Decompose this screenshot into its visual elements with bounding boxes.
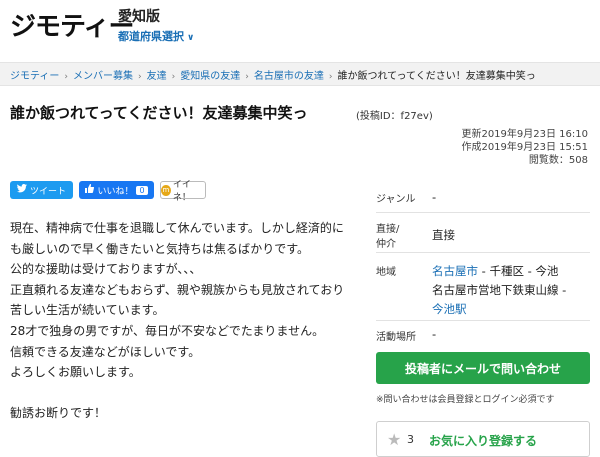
contact-note: ※問い合わせは会員登録とログイン必須です xyxy=(376,395,555,405)
body-line: 公的な援助は受けておりますが、、、 xyxy=(10,262,202,277)
body-line: 苦しい生活が続いています。 xyxy=(10,303,165,318)
favorite-count: 3 xyxy=(407,433,414,446)
star-icon: ★ xyxy=(387,430,402,449)
chevron-right-icon: › xyxy=(138,72,142,82)
body-line: 信頼できる友達などがほしいです。 xyxy=(10,344,201,359)
direct-label: 直接/ 仲介 xyxy=(376,220,399,250)
prefecture-select[interactable]: 都道府県選択 ∨ xyxy=(118,28,194,44)
breadcrumb-link-home[interactable]: ジモティー xyxy=(10,71,59,82)
area-line2: 名古屋市営地下鉄東山線 - xyxy=(432,283,567,297)
breadcrumb-link-aichi[interactable]: 愛知県の友達 xyxy=(180,71,240,82)
favorite-button[interactable]: ★ 3 お気に入り登録する xyxy=(376,421,590,457)
area-station-link[interactable]: 今池駅 xyxy=(432,302,467,316)
iine-label: イイネ！ xyxy=(172,180,191,203)
breadcrumb-link-friends[interactable]: 友達 xyxy=(147,71,167,82)
share-buttons: ツイート いいね！ 0 m イイネ！ xyxy=(10,180,206,203)
breadcrumb-link-member[interactable]: メンバー募集 xyxy=(73,71,133,82)
chevron-right-icon: › xyxy=(328,72,333,82)
breadcrumb: ジモティー › メンバー募集 › 友達 › 愛知県の友達 › 名古屋市の友達 › 誰か飯つれてってく… xyxy=(0,62,600,86)
post-meta: 更新2019年9月23日 16:10 作成2019年9月23日 15:51 閲覧… xyxy=(461,128,588,167)
site-header: ジモティー 愛知版 都道府県選択 ∨ xyxy=(0,0,600,52)
tweet-button[interactable]: ツイート xyxy=(10,181,73,199)
view-count: 閲覧数：508 xyxy=(528,155,588,166)
divider xyxy=(376,320,590,321)
chevron-right-icon: › xyxy=(64,72,69,82)
area-city-link[interactable]: 名古屋市 xyxy=(432,264,478,278)
area-line3: 今池駅 xyxy=(432,300,566,319)
page-title: 誰か飯つれてってください！友達募集中笑っ xyxy=(10,104,308,122)
genre-value: - xyxy=(432,190,437,204)
body-blank-line xyxy=(10,383,365,403)
body-line: も厳しいので早く働きたいと気持ちは焦るばかりです。 xyxy=(10,241,310,256)
direct-label-line1: 直接/ xyxy=(376,224,400,235)
tweet-label: ツイート xyxy=(29,186,66,197)
body-line: 正直頼れる友達などもおらず、親や親族からも見放されており xyxy=(10,282,345,297)
divider xyxy=(376,212,590,213)
chevron-right-icon: › xyxy=(245,72,249,82)
direct-label-line2: 仲介 xyxy=(376,239,396,250)
created-date: 作成2019年9月23日 15:51 xyxy=(461,142,588,153)
prefecture-select-label: 都道府県選択 xyxy=(118,30,184,43)
favorite-label: お気に入り登録する xyxy=(429,434,538,448)
body-line: 28才で独身の男ですが、毎日が不安などでたまりません。 xyxy=(10,323,325,338)
area-rest: - 千種区 - 今池 xyxy=(478,264,559,278)
contact-by-email-button[interactable]: 投稿者にメールで問い合わせ xyxy=(376,352,590,384)
breadcrumb-current: 誰か飯つれてってください！友達募集中笑っ xyxy=(337,71,536,82)
divider xyxy=(376,252,590,253)
iine-badge-icon: m xyxy=(161,184,171,196)
body-line: よろしくお願いします。 xyxy=(10,365,141,380)
post-body: 現在、精神病で仕事を退職して休んでいます。しかし経済的に も厳しいので早く働きた… xyxy=(10,218,365,423)
body-line: 勧誘お断りです！ xyxy=(10,405,107,420)
post-id: (投稿ID：f27ev) xyxy=(356,111,433,122)
area-label: 地域 xyxy=(376,267,396,278)
body-line: 現在、精神病で仕事を退職して休んでいます。しかし経済的に xyxy=(10,221,344,235)
direct-value: 直接 xyxy=(432,228,455,242)
site-logo[interactable]: ジモティー xyxy=(10,6,134,43)
place-label: 活動場所 xyxy=(376,332,416,343)
like-label: いいね！ xyxy=(97,186,134,197)
twitter-bird-icon xyxy=(16,184,27,196)
area-value: 名古屋市 - 千種区 - 今池 名古屋市営地下鉄東山線 - 今池駅 xyxy=(432,262,566,319)
chevron-right-icon: › xyxy=(171,72,176,82)
area-line1: 名古屋市 - 千種区 - 今池 xyxy=(432,262,566,281)
edition-label: 愛知版 xyxy=(118,9,160,25)
updated-date: 更新2019年9月23日 16:10 xyxy=(461,129,588,140)
thumbs-up-icon xyxy=(85,184,95,196)
breadcrumb-link-nagoya[interactable]: 名古屋市の友達 xyxy=(254,71,324,82)
like-count: 0 xyxy=(136,185,148,195)
facebook-like-button[interactable]: いいね！ 0 xyxy=(79,181,154,199)
iine-button[interactable]: m イイネ！ xyxy=(160,180,206,203)
place-value: - xyxy=(432,327,437,341)
genre-label: ジャンル xyxy=(376,194,416,205)
chevron-down-icon: ∨ xyxy=(187,33,195,43)
